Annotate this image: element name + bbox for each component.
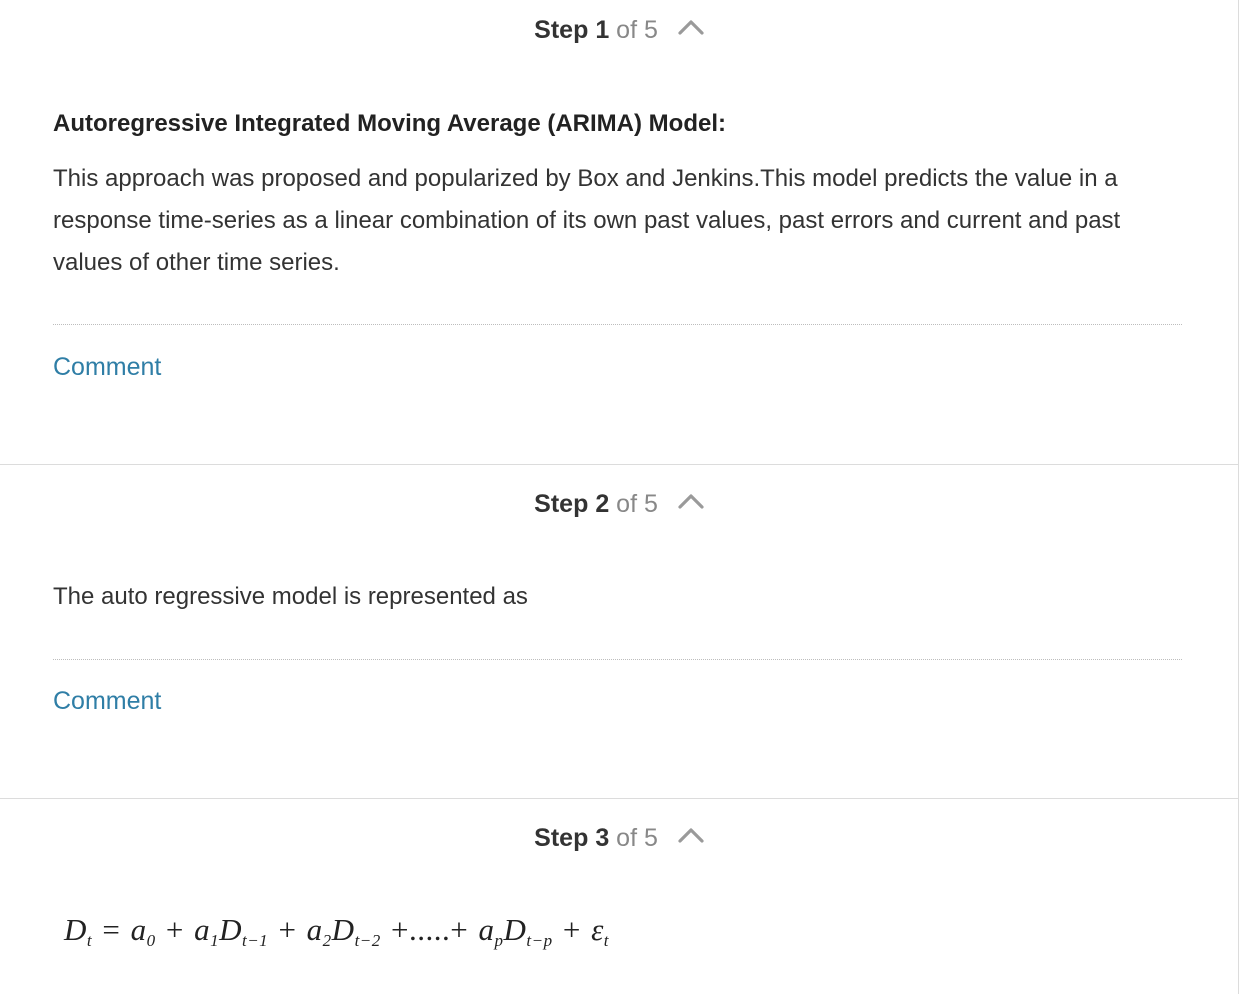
formula-term: D bbox=[503, 912, 527, 947]
step-1-header[interactable]: Step 1 of 5 bbox=[0, 14, 1239, 46]
step-1-title: Autoregressive Integrated Moving Average… bbox=[53, 110, 726, 137]
formula-term: a bbox=[306, 912, 323, 947]
formula-term: D bbox=[219, 912, 242, 947]
formula-subscript: 2 bbox=[322, 931, 332, 950]
step-total: of 5 bbox=[616, 824, 658, 852]
step-number: 2 bbox=[595, 490, 610, 518]
step-total: of 5 bbox=[616, 490, 658, 518]
chevron-up-icon[interactable] bbox=[677, 17, 705, 37]
step-2-comment-link[interactable]: Comment bbox=[53, 687, 161, 716]
step-2: Step 2 of 5 The auto regressive model is… bbox=[0, 465, 1239, 798]
step-label: Step bbox=[534, 824, 589, 852]
step-1-paragraph: This approach was proposed and populariz… bbox=[53, 165, 1121, 276]
formula-subscript: 0 bbox=[146, 931, 156, 950]
step-label: Step bbox=[534, 490, 589, 518]
formula-term: a bbox=[130, 912, 147, 947]
formula-subscript: t bbox=[86, 931, 93, 950]
step-2-header[interactable]: Step 2 of 5 bbox=[0, 488, 1239, 520]
solution-steps-panel: Step 1 of 5 Autoregressive Integrated Mo… bbox=[0, 0, 1239, 994]
step-1-separator bbox=[53, 324, 1182, 325]
formula-subscript: t−2 bbox=[354, 931, 381, 950]
formula-term: D bbox=[64, 912, 87, 947]
formula-operator: + bbox=[562, 912, 581, 947]
step-total: of 5 bbox=[616, 16, 658, 44]
formula-subscript: t−1 bbox=[241, 931, 269, 950]
formula-operator: + bbox=[278, 912, 297, 947]
step-1: Step 1 of 5 Autoregressive Integrated Mo… bbox=[0, 0, 1239, 464]
autoregressive-formula: Dt = a0 + a1Dt−1 + a2Dt−2 +.....+ apDt−p… bbox=[64, 912, 609, 951]
formula-subscript: t bbox=[603, 931, 610, 950]
step-3-header[interactable]: Step 3 of 5 bbox=[0, 822, 1239, 854]
step-2-separator bbox=[53, 659, 1182, 660]
step-number: 3 bbox=[595, 824, 610, 852]
formula-term: a bbox=[478, 912, 495, 947]
formula-subscript: 1 bbox=[210, 931, 220, 950]
formula-subscript: t−p bbox=[526, 931, 553, 950]
step-1-comment-link[interactable]: Comment bbox=[53, 353, 161, 382]
formula-operator: = bbox=[102, 912, 121, 947]
formula-operator: + bbox=[165, 912, 184, 947]
chevron-up-icon[interactable] bbox=[677, 491, 705, 511]
formula-operator: +.....+ bbox=[391, 912, 469, 947]
step-label: Step bbox=[534, 16, 589, 44]
step-2-paragraph: The auto regressive model is represented… bbox=[53, 583, 528, 610]
formula-term: ε bbox=[591, 912, 604, 947]
step-number: 1 bbox=[595, 16, 610, 44]
chevron-up-icon[interactable] bbox=[677, 825, 705, 845]
step-3: Step 3 of 5 bbox=[0, 799, 1239, 994]
formula-term: a bbox=[194, 912, 211, 947]
formula-term: D bbox=[331, 912, 355, 947]
